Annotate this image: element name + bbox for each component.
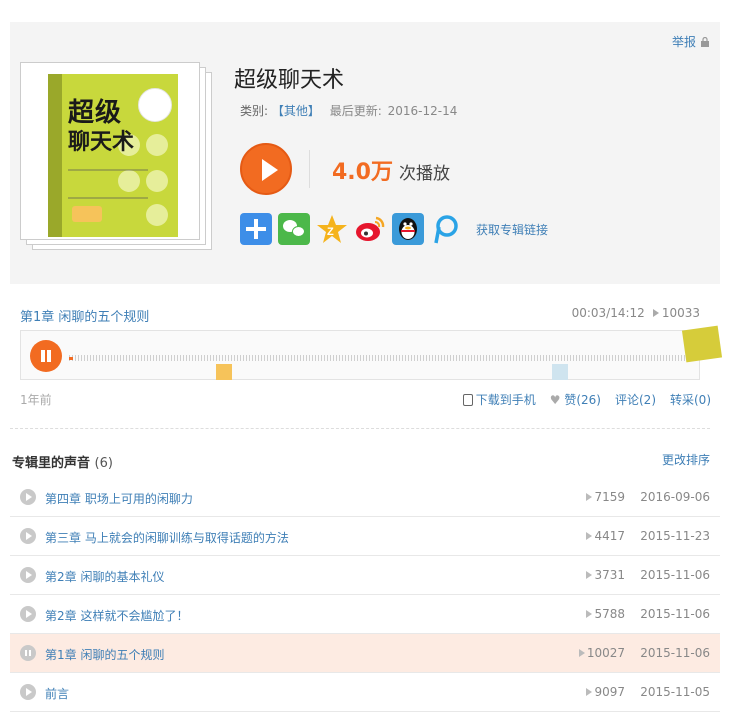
track-play-count: 9097: [586, 685, 625, 699]
posted-time: 1年前: [20, 393, 52, 407]
repost-button[interactable]: 转采(0): [670, 391, 711, 408]
track-name[interactable]: 第四章 职场上可用的闲聊力: [45, 490, 193, 507]
track-row-active[interactable]: 第1章 闲聊的五个规则 10027 2015-11-06: [10, 634, 720, 673]
track-date: 2015-11-05: [640, 685, 710, 699]
comment-button[interactable]: 评论(2): [615, 391, 656, 408]
track-play-count: 5788: [586, 607, 625, 621]
pengyou-icon[interactable]: [430, 213, 462, 245]
current-track-title[interactable]: 第1章 闲聊的五个规则: [20, 306, 149, 325]
qq-icon[interactable]: [392, 213, 424, 245]
get-album-link[interactable]: 获取专辑链接: [476, 221, 548, 238]
track-date: 2015-11-06: [640, 607, 710, 621]
category-link[interactable]: 【其他】: [272, 104, 320, 118]
track-play-count: 7159: [586, 490, 625, 504]
track-name[interactable]: 第三章 马上就会的闲聊训练与取得话题的方法: [45, 529, 289, 546]
category-label: 类别:: [240, 104, 269, 118]
qzone-icon[interactable]: Z: [316, 213, 348, 245]
track-date: 2015-11-06: [640, 646, 710, 660]
lock-icon: [701, 36, 709, 47]
track-name[interactable]: 第2章 这样就不会尴尬了！: [45, 607, 188, 624]
play-icon: [262, 159, 278, 181]
comment-avatar-marker[interactable]: [552, 364, 568, 380]
track-name[interactable]: 第1章 闲聊的五个规则: [45, 646, 164, 663]
album-play-button[interactable]: [240, 143, 292, 195]
updated-date: 2016-12-14: [387, 104, 458, 118]
divider: [10, 428, 710, 429]
pause-icon[interactable]: [20, 645, 36, 661]
track-date: 2015-11-06: [640, 568, 710, 582]
play-icon[interactable]: [20, 606, 36, 622]
pause-button[interactable]: [30, 340, 62, 372]
play-count-label: 次播放: [398, 164, 450, 184]
progress-indicator: [69, 357, 73, 360]
track-row[interactable]: 第三章 马上就会的闲聊训练与取得话题的方法 4417 2015-11-23: [10, 517, 720, 556]
album-meta: 类别: 【其他】 最后更新: 2016-12-14: [240, 102, 457, 119]
track-name[interactable]: 前言: [45, 685, 69, 702]
track-list: 第四章 职场上可用的闲聊力 7159 2016-09-06 第三章 马上就会的闲…: [10, 478, 720, 712]
play-icon[interactable]: [20, 528, 36, 544]
track-name[interactable]: 第2章 闲聊的基本礼仪: [45, 568, 164, 585]
track-row[interactable]: 前言 9097 2015-11-05: [10, 673, 720, 712]
play-count: 4.0万 次播放: [332, 154, 450, 186]
track-date: 2015-11-23: [640, 529, 710, 543]
track-plays: 10033: [652, 306, 700, 320]
updated-label: 最后更新:: [329, 104, 382, 118]
album-title: 超级聊天术: [234, 68, 345, 93]
track-time: 00:03/14:12: [571, 306, 645, 320]
tracklist-heading: 专辑里的声音 (6): [12, 456, 113, 471]
download-button[interactable]: 下载到手机: [462, 391, 536, 408]
weibo-icon[interactable]: [354, 213, 386, 245]
album-panel: 举报 超级 聊天术 超级聊天术 类别: 【其他】 最后更新: 2016-12-1…: [10, 22, 720, 284]
phone-download-icon: [462, 394, 473, 406]
change-sort-link[interactable]: 更改排序: [662, 451, 710, 468]
report-link[interactable]: 举报: [672, 33, 710, 50]
track-play-count: 10027: [578, 646, 625, 660]
track-play-count: 4417: [586, 529, 625, 543]
divider: [309, 150, 310, 188]
track-actions: 下载到手机 ♥ 赞(26) 评论(2) 转采(0): [462, 391, 711, 408]
album-thumbnail: [681, 325, 723, 363]
plus-share-icon[interactable]: [240, 213, 272, 245]
track-row[interactable]: 第2章 这样就不会尴尬了！ 5788 2015-11-06: [10, 595, 720, 634]
play-count-icon: [652, 309, 659, 317]
share-bar: Z 获取专辑链接: [240, 213, 548, 245]
play-icon[interactable]: [20, 684, 36, 700]
track-count: (6): [94, 456, 113, 471]
play-icon[interactable]: [20, 567, 36, 583]
cover-title-line2: 聊天术: [68, 130, 135, 155]
waveform-seekbar[interactable]: [20, 330, 700, 380]
heart-icon: ♥: [549, 393, 561, 407]
wechat-icon[interactable]: [278, 213, 310, 245]
comment-avatar-marker[interactable]: [216, 364, 232, 380]
report-label[interactable]: 举报: [672, 33, 696, 50]
book-cover-image: 超级 聊天术: [48, 74, 178, 237]
track-date: 2016-09-06: [640, 490, 710, 504]
track-play-count: 3731: [586, 568, 625, 582]
svg-text:Z: Z: [327, 226, 334, 238]
track-row[interactable]: 第四章 职场上可用的闲聊力 7159 2016-09-06: [10, 478, 720, 517]
track-row[interactable]: 第2章 闲聊的基本礼仪 3731 2015-11-06: [10, 556, 720, 595]
play-icon[interactable]: [20, 489, 36, 505]
track-time-info: 00:03/14:12 10033: [572, 306, 700, 320]
play-count-number: 4.0万: [332, 160, 393, 185]
album-cover: 超级 聊天术: [20, 62, 220, 252]
like-button[interactable]: ♥ 赞(26): [550, 391, 601, 408]
